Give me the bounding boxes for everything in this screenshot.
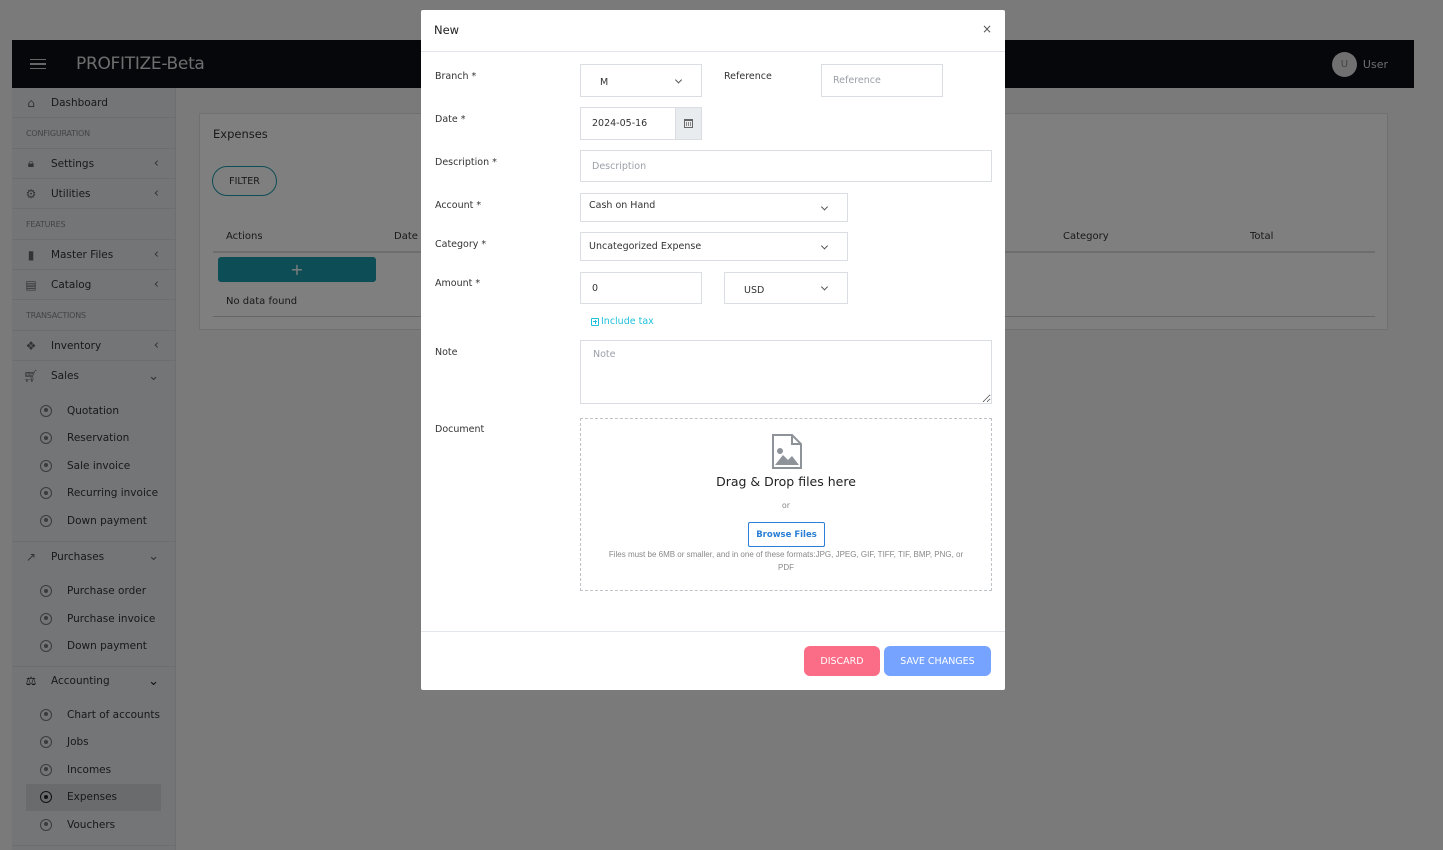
dropzone-hint: Files must be 6MB or smaller, and in one… xyxy=(608,550,964,572)
dropzone-title: Drag & Drop files here xyxy=(716,474,856,489)
note-textarea[interactable] xyxy=(580,340,992,404)
date-value: 2024-05-16 xyxy=(592,118,648,129)
reference-label: Reference xyxy=(724,71,772,82)
category-label: Category * xyxy=(435,239,487,250)
chevron-down-icon xyxy=(820,283,829,291)
amount-label: Amount * xyxy=(435,278,481,289)
description-placeholder: Description xyxy=(592,160,647,172)
reference-input[interactable]: Reference xyxy=(821,64,943,97)
calendar-icon xyxy=(684,119,693,128)
amount-value: 0 xyxy=(592,282,599,294)
date-input[interactable]: 2024-05-16 xyxy=(580,107,702,140)
description-input[interactable]: Description xyxy=(580,150,992,182)
branch-label: Branch * xyxy=(435,71,477,82)
account-select[interactable]: Cash on Hand xyxy=(580,193,848,222)
new-expense-modal: New × Branch * M Reference Reference Dat… xyxy=(421,10,1005,690)
chevron-down-icon xyxy=(674,75,683,84)
date-label: Date * xyxy=(435,114,466,125)
discard-button[interactable]: DISCARD xyxy=(804,646,880,676)
modal-header: New × xyxy=(421,10,1005,52)
browse-files-button[interactable]: Browse Files xyxy=(748,522,825,547)
currency-value: USD xyxy=(744,284,765,296)
branch-value: M xyxy=(600,77,609,88)
calendar-button[interactable] xyxy=(675,108,701,139)
account-label: Account * xyxy=(435,200,482,211)
plus-square-icon xyxy=(591,317,599,326)
chevron-down-icon xyxy=(820,202,829,211)
image-file-icon xyxy=(772,434,802,469)
category-value: Uncategorized Expense xyxy=(589,241,702,252)
account-value: Cash on Hand xyxy=(589,200,656,211)
dropzone-or: or xyxy=(781,501,791,510)
category-select[interactable]: Uncategorized Expense xyxy=(580,232,848,261)
reference-placeholder: Reference xyxy=(833,75,881,86)
branch-select[interactable]: M xyxy=(580,64,702,97)
save-changes-button[interactable]: SAVE CHANGES xyxy=(884,646,991,676)
chevron-down-icon xyxy=(820,241,829,250)
currency-select[interactable]: USD xyxy=(724,272,848,304)
file-dropzone[interactable]: Drag & Drop files here or Browse Files F… xyxy=(580,418,992,591)
modal-title: New xyxy=(434,23,460,37)
close-icon[interactable]: × xyxy=(982,22,992,36)
amount-input[interactable]: 0 xyxy=(580,272,702,304)
note-label: Note xyxy=(435,347,458,358)
include-tax-link[interactable]: Include tax xyxy=(591,316,654,327)
document-label: Document xyxy=(435,424,485,435)
include-tax-label: Include tax xyxy=(601,316,654,327)
description-label: Description * xyxy=(435,157,497,168)
modal-footer: DISCARD SAVE CHANGES xyxy=(421,631,1005,690)
